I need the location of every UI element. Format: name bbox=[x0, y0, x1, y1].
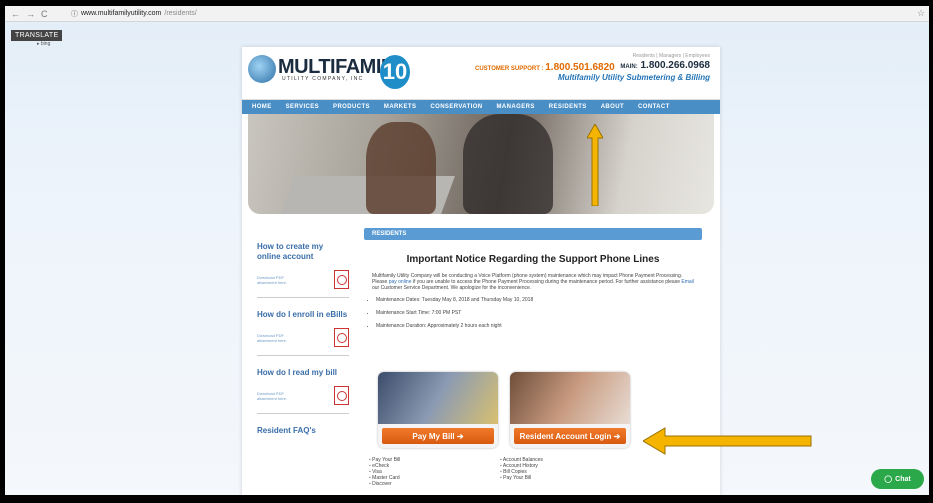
chat-bubble-icon: ◯ bbox=[884, 476, 893, 483]
sidebar-question-faq[interactable]: Resident FAQ's bbox=[257, 426, 349, 436]
customer-support: CUSTOMER SUPPORT : 1.800.501.6820 bbox=[475, 62, 615, 73]
pay-bill-card[interactable]: Pay My Bill ➔ bbox=[378, 372, 498, 448]
menu-managers[interactable]: MANAGERS bbox=[497, 104, 535, 110]
list-item: Pay Your Bill bbox=[500, 475, 543, 481]
pay-options-list: Pay Your Bill eCheck Visa Master Card Di… bbox=[369, 457, 400, 487]
anniversary-badge: 10 bbox=[380, 55, 410, 89]
divider bbox=[257, 297, 349, 298]
browser-toolbar: ← → C ⓘ www.multifamilyutility.com/resid… bbox=[5, 6, 929, 22]
list-item: Maintenance Start Time: 7:00 PM PST bbox=[376, 310, 702, 316]
list-item: Maintenance Duration: Approximately 2 ho… bbox=[376, 323, 702, 329]
main-content: RESIDENTS Important Notice Regarding the… bbox=[364, 228, 702, 336]
address-bar[interactable]: ⓘ www.multifamilyutility.com/residents/ bbox=[71, 9, 917, 19]
logo-subtitle: UTILITY COMPANY, INC bbox=[282, 76, 364, 82]
site-header: MULTIFAMILY UTILITY COMPANY, INC 10 Resi… bbox=[242, 47, 720, 100]
sidebar-question-ebills[interactable]: How do I enroll in eBills bbox=[257, 310, 349, 320]
credit-cards-image bbox=[378, 372, 498, 424]
translate-button[interactable]: TRANSLATE bbox=[11, 30, 63, 41]
section-bar: RESIDENTS bbox=[364, 228, 702, 240]
bookmark-star-icon[interactable]: ☆ bbox=[917, 8, 929, 19]
maintenance-list: Maintenance Dates: Tuesday May 8, 2018 a… bbox=[364, 297, 702, 329]
account-features-list: Account Balances Account History Bill Co… bbox=[500, 457, 543, 481]
notice-title: Important Notice Regarding the Support P… bbox=[406, 254, 660, 265]
menu-home[interactable]: HOME bbox=[252, 104, 272, 110]
download-pdf-row[interactable]: Download PDF attachment here. bbox=[257, 328, 349, 347]
tagline: Multifamily Utility Submetering & Billin… bbox=[557, 73, 710, 82]
top-links[interactable]: Residents | Managers | Employees bbox=[633, 53, 710, 59]
menu-about[interactable]: ABOUT bbox=[601, 104, 624, 110]
list-item: Maintenance Dates: Tuesday May 8, 2018 a… bbox=[376, 297, 702, 303]
menu-products[interactable]: PRODUCTS bbox=[333, 104, 370, 110]
chat-button[interactable]: ◯ Chat bbox=[871, 469, 924, 489]
url-path: /residents/ bbox=[164, 10, 197, 17]
download-pdf-row[interactable]: Download PDF attachment here. bbox=[257, 386, 349, 405]
annotation-arrow-up-icon bbox=[587, 124, 603, 206]
logo-icon[interactable] bbox=[248, 55, 276, 83]
pdf-icon[interactable] bbox=[334, 386, 349, 405]
hero-image bbox=[248, 114, 714, 214]
list-item: Discover bbox=[369, 481, 400, 487]
resident-account-login-button[interactable]: Resident Account Login ➔ bbox=[514, 428, 626, 444]
menu-markets[interactable]: MARKETS bbox=[384, 104, 416, 110]
info-icon: ⓘ bbox=[71, 10, 78, 18]
menu-services[interactable]: SERVICES bbox=[286, 104, 319, 110]
sidebar-question-read-bill[interactable]: How do I read my bill bbox=[257, 368, 349, 378]
email-link[interactable]: Email bbox=[681, 279, 694, 285]
menu-conservation[interactable]: CONSERVATION bbox=[430, 104, 482, 110]
notice-body: Multifamily Utility Company will be cond… bbox=[372, 273, 694, 291]
annotation-arrow-left-icon bbox=[643, 427, 812, 455]
browser-window: ← → C ⓘ www.multifamilyutility.com/resid… bbox=[5, 6, 929, 495]
bing-label: ▸ bing bbox=[37, 41, 51, 47]
divider bbox=[257, 355, 349, 356]
forward-icon[interactable]: → bbox=[26, 9, 35, 19]
pdf-icon[interactable] bbox=[334, 270, 349, 289]
back-icon[interactable]: ← bbox=[11, 9, 20, 19]
menu-residents[interactable]: RESIDENTS bbox=[549, 104, 587, 110]
reload-icon[interactable]: C bbox=[41, 9, 48, 19]
main-menu: HOME SERVICES PRODUCTS MARKETS CONSERVAT… bbox=[242, 100, 720, 114]
pdf-icon[interactable] bbox=[334, 328, 349, 347]
pay-my-bill-button[interactable]: Pay My Bill ➔ bbox=[382, 428, 494, 444]
url-host: www.multifamilyutility.com bbox=[81, 10, 162, 17]
residents-image bbox=[510, 372, 630, 424]
sidebar: How to create my online account Download… bbox=[257, 242, 349, 436]
main-phone: MAIN: 1.800.266.0968 bbox=[620, 60, 710, 71]
hero-person-man bbox=[463, 114, 553, 214]
hero-person-woman bbox=[366, 122, 436, 214]
support-phone: 1.800.501.6820 bbox=[545, 62, 615, 73]
login-card[interactable]: Resident Account Login ➔ bbox=[510, 372, 630, 448]
sidebar-question-create-account[interactable]: How to create my online account bbox=[257, 242, 349, 262]
divider bbox=[257, 413, 349, 414]
menu-contact[interactable]: CONTACT bbox=[638, 104, 670, 110]
download-pdf-row[interactable]: Download PDF attachment here. bbox=[257, 270, 349, 289]
